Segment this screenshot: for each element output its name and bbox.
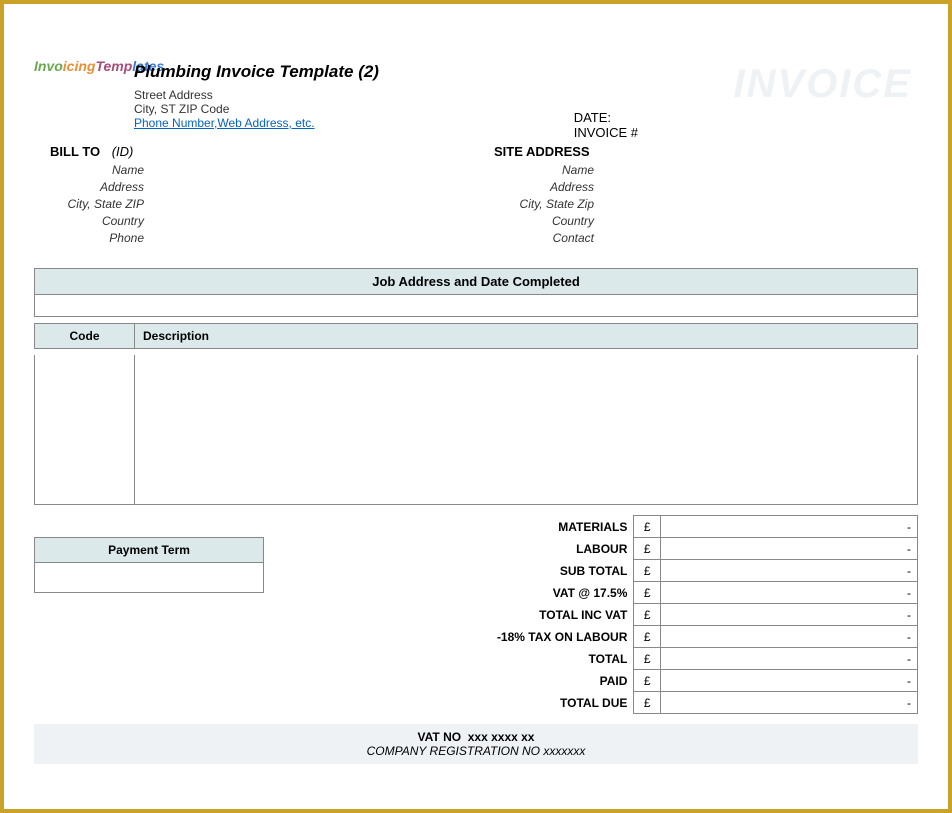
bill-to-csz: City, State ZIP — [34, 197, 144, 211]
bill-to-id: (ID) — [112, 144, 134, 159]
site-name: Name — [454, 163, 594, 177]
totals-row: TOTAL£- — [264, 648, 918, 670]
bill-to-section: BILL TO (ID) Name Address City, State ZI… — [34, 144, 454, 248]
footer-band: VAT NO xxx xxxx xx COMPANY REGISTRATION … — [34, 724, 918, 764]
company-reg-value: xxxxxxx — [543, 744, 585, 758]
logo: InvoicingTemplates — [34, 32, 134, 130]
company-city: City, ST ZIP Code — [134, 102, 379, 116]
company-block: Plumbing Invoice Template (2) Street Add… — [134, 32, 379, 130]
invoice-number-label: INVOICE # — [574, 125, 638, 140]
site-csz: City, State Zip — [454, 197, 594, 211]
payment-term-header: Payment Term — [34, 537, 264, 563]
column-code: Code — [35, 324, 135, 349]
totals-table: MATERIALS£- LABOUR£- SUB TOTAL£- VAT @ 1… — [264, 515, 918, 714]
site-contact: Contact — [454, 231, 594, 245]
site-address-section: SITE ADDRESS Name Address City, State Zi… — [454, 144, 734, 248]
column-description: Description — [135, 324, 918, 349]
company-reg-label: COMPANY REGISTRATION NO — [367, 744, 540, 758]
site-country: Country — [454, 214, 594, 228]
totals-row: -18% TAX ON LABOUR£- — [264, 626, 918, 648]
date-label: DATE: — [574, 110, 638, 125]
totals-row: PAID£- — [264, 670, 918, 692]
site-address: Address — [454, 180, 594, 194]
bill-to-title: BILL TO — [50, 144, 100, 159]
vat-no-label: VAT NO — [418, 730, 462, 744]
payment-term-value — [34, 563, 264, 593]
site-address-title: SITE ADDRESS — [494, 144, 734, 159]
bill-to-name: Name — [34, 163, 144, 177]
totals-row: TOTAL DUE£- — [264, 692, 918, 714]
invoice-document: INVOICE InvoicingTemplates Plumbing Invo… — [0, 0, 952, 813]
document-title: Plumbing Invoice Template (2) — [134, 62, 379, 82]
totals-row: MATERIALS£- — [264, 516, 918, 538]
totals-row: TOTAL INC VAT£- — [264, 604, 918, 626]
watermark: INVOICE — [734, 62, 912, 107]
line-items-table: Code Description — [34, 323, 918, 349]
invoice-meta: DATE: INVOICE # — [574, 110, 638, 140]
vat-no-value: xxx xxxx xx — [468, 730, 535, 744]
line-items-body — [34, 355, 918, 505]
job-address-value — [34, 295, 918, 317]
bill-to-phone: Phone — [34, 231, 144, 245]
totals-row: LABOUR£- — [264, 538, 918, 560]
totals-row: VAT @ 17.5%£- — [264, 582, 918, 604]
company-contact-link[interactable]: Phone Number,Web Address, etc. — [134, 116, 315, 130]
totals-row: SUB TOTAL£- — [264, 560, 918, 582]
bill-to-address: Address — [34, 180, 144, 194]
company-street: Street Address — [134, 88, 379, 102]
job-address-header: Job Address and Date Completed — [34, 268, 918, 295]
bill-to-country: Country — [34, 214, 144, 228]
